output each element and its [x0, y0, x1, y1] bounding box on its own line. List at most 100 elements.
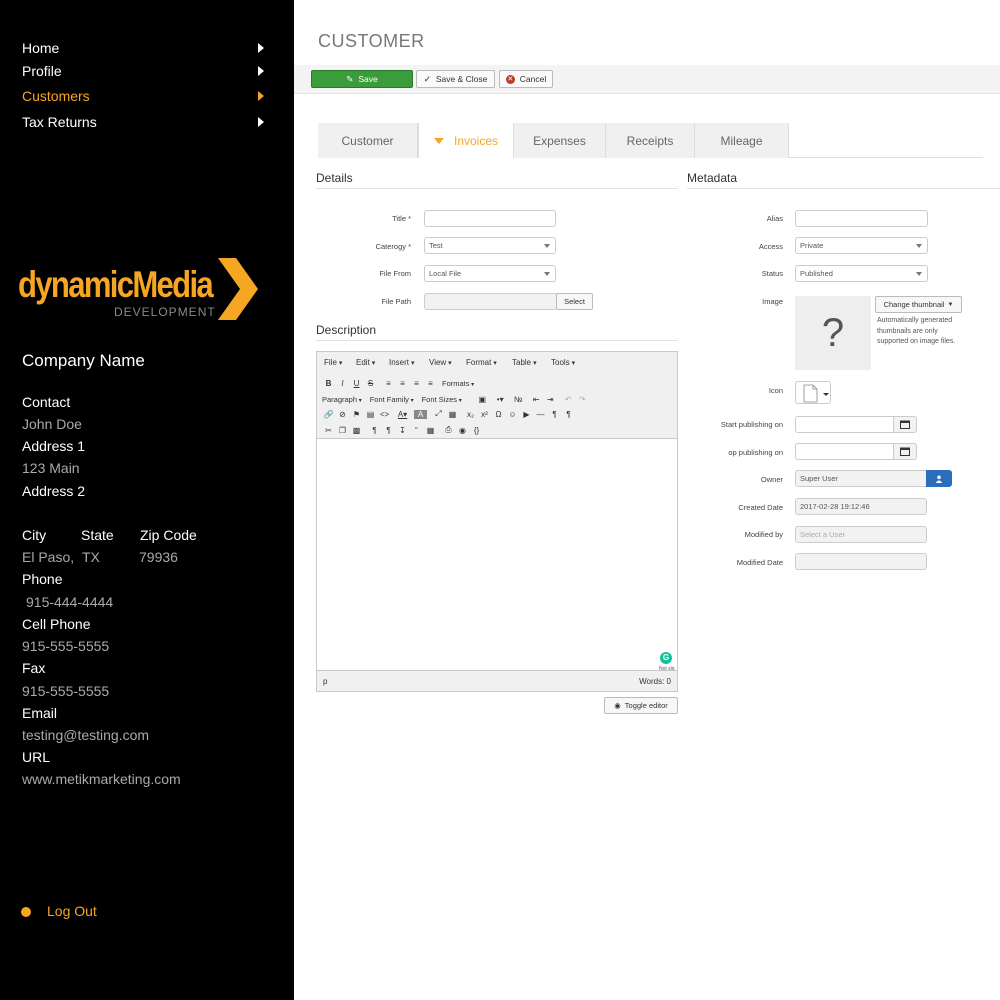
tab-mileage[interactable]: Mileage — [695, 123, 789, 158]
tab-invoices[interactable]: Invoices — [418, 123, 514, 158]
contact-label: Contact — [22, 394, 71, 410]
title-label: Title * — [392, 214, 411, 223]
template-icon[interactable]: ▦ — [424, 426, 437, 435]
subscript-icon[interactable]: x₂ — [464, 410, 477, 419]
blockquote-icon[interactable]: “ — [410, 426, 423, 435]
menu-view[interactable]: View — [429, 358, 452, 367]
horizontal-rule-icon[interactable]: — — [534, 410, 547, 419]
address2-label: Address 2 — [22, 483, 86, 499]
ltr-icon[interactable]: ¶ — [548, 410, 561, 419]
nav-item-customers[interactable]: Customers — [22, 88, 267, 104]
strikethrough-icon[interactable]: S — [364, 379, 377, 388]
file-path-input[interactable] — [424, 293, 557, 310]
status-select[interactable]: Published — [795, 265, 928, 282]
alias-input[interactable] — [795, 210, 928, 227]
paragraph-dropdown[interactable]: Paragraph — [322, 395, 362, 404]
pagebreak-icon[interactable]: ↧ — [396, 426, 409, 435]
link-icon[interactable]: 🔗 — [322, 410, 335, 419]
select-file-button[interactable]: Select — [556, 293, 593, 310]
emoticons-icon[interactable]: ☺ — [506, 410, 519, 419]
numbered-list-icon[interactable]: № — [512, 395, 525, 404]
print-icon[interactable]: ⎙ — [442, 425, 455, 435]
created-date-input[interactable]: 2017-02-28 19:12:46 — [795, 498, 927, 515]
access-select[interactable]: Private — [795, 237, 928, 254]
source-code-icon[interactable]: {} — [470, 426, 483, 435]
indent-icon[interactable]: ⇥ — [544, 395, 557, 404]
menu-format[interactable]: Format — [466, 358, 497, 367]
media-icon[interactable]: ▶ — [520, 410, 533, 419]
preview-icon[interactable]: ◉ — [456, 426, 469, 435]
find-replace-icon[interactable]: ▣ — [476, 395, 489, 404]
tab-customer[interactable]: Customer — [318, 123, 418, 158]
editor-content[interactable] — [317, 440, 677, 670]
stop-publishing-input[interactable] — [795, 443, 894, 460]
logo: dynamicMedia DEVELOPMENT — [18, 258, 263, 324]
calendar-button[interactable] — [893, 443, 917, 460]
bookmark-icon[interactable]: ⚑ — [350, 410, 363, 419]
nav-item-home[interactable]: Home — [22, 40, 267, 56]
select-user-button[interactable] — [926, 470, 952, 487]
toggle-editor-button[interactable]: ◉ Toggle editor — [604, 697, 678, 714]
fullscreen-icon[interactable]: ⤢ — [432, 409, 445, 419]
nav-item-profile[interactable]: Profile — [22, 63, 267, 79]
align-right-icon[interactable]: ≡ — [410, 379, 423, 388]
file-from-select[interactable]: Local File — [424, 265, 556, 282]
align-center-icon[interactable]: ≡ — [396, 379, 409, 388]
grammarly-icon[interactable]: G — [660, 652, 672, 664]
rtl-icon[interactable]: ¶ — [562, 410, 575, 419]
menu-insert[interactable]: Insert — [389, 358, 414, 367]
text-color-icon[interactable]: A▾ — [396, 410, 409, 419]
align-justify-icon[interactable]: ≡ — [424, 379, 437, 388]
calendar-button[interactable] — [893, 416, 917, 433]
image-icon[interactable]: ▤ — [364, 410, 377, 419]
align-left-icon[interactable]: ≡ — [382, 379, 395, 388]
font-sizes-dropdown[interactable]: Font Sizes — [422, 395, 462, 404]
font-family-dropdown[interactable]: Font Family — [370, 395, 414, 404]
save-button[interactable]: ✎ Save — [311, 70, 413, 88]
icon-picker[interactable] — [795, 381, 831, 404]
italic-icon[interactable]: I — [336, 379, 349, 388]
undo-icon[interactable]: ↶ — [562, 395, 575, 404]
change-thumbnail-button[interactable]: Change thumbnail ▼ — [875, 296, 962, 313]
menu-edit[interactable]: Edit — [356, 358, 375, 367]
copy-icon[interactable]: ❐ — [336, 426, 349, 435]
nav-item-tax-returns[interactable]: Tax Returns — [22, 114, 267, 130]
chevron-right-icon — [258, 117, 264, 127]
code-icon[interactable]: <> — [378, 410, 391, 419]
superscript-icon[interactable]: x² — [478, 410, 491, 419]
nonbreaking-icon[interactable]: ¶ — [382, 426, 395, 435]
menu-tools[interactable]: Tools — [551, 358, 575, 367]
menu-table[interactable]: Table — [512, 358, 537, 367]
bullet-list-icon[interactable]: •▾ — [494, 395, 507, 404]
cut-icon[interactable]: ✂ — [322, 426, 335, 435]
tab-expenses[interactable]: Expenses — [514, 123, 606, 158]
modified-date-input[interactable] — [795, 553, 927, 570]
special-char-icon[interactable]: Ω — [492, 410, 505, 419]
image-label: Image — [762, 297, 783, 306]
redo-icon[interactable]: ↷ — [576, 395, 589, 404]
category-select[interactable]: Test — [424, 237, 556, 254]
start-publishing-input[interactable] — [795, 416, 894, 433]
tab-receipts[interactable]: Receipts — [606, 123, 695, 158]
cancel-button[interactable]: ✕ Cancel — [499, 70, 553, 88]
company-name: Company Name — [22, 351, 145, 370]
tab-label: Receipts — [626, 133, 674, 148]
save-close-button[interactable]: ✓ Save & Close — [416, 70, 495, 88]
outdent-icon[interactable]: ⇤ — [530, 395, 543, 404]
background-color-icon[interactable]: A — [414, 409, 427, 419]
city-label: City — [22, 527, 47, 543]
formats-dropdown[interactable]: Formats — [442, 379, 474, 388]
modified-by-input[interactable]: Select a User — [795, 526, 927, 543]
caret-down-icon: ▼ — [947, 301, 954, 308]
owner-input[interactable]: Super User — [795, 470, 927, 487]
paste-icon[interactable]: ▩ — [350, 426, 363, 435]
visual-chars-icon[interactable]: ¶ — [368, 426, 381, 435]
underline-icon[interactable]: U — [350, 379, 363, 388]
unlink-icon[interactable]: ⊘ — [336, 410, 349, 419]
bold-icon[interactable]: B — [322, 379, 335, 388]
title-input[interactable] — [424, 210, 556, 227]
page-title: CUSTOMER — [318, 31, 425, 51]
file-path-label: File Path — [381, 297, 411, 306]
table-icon[interactable]: ▦ — [446, 410, 459, 419]
menu-file[interactable]: File — [324, 358, 342, 367]
